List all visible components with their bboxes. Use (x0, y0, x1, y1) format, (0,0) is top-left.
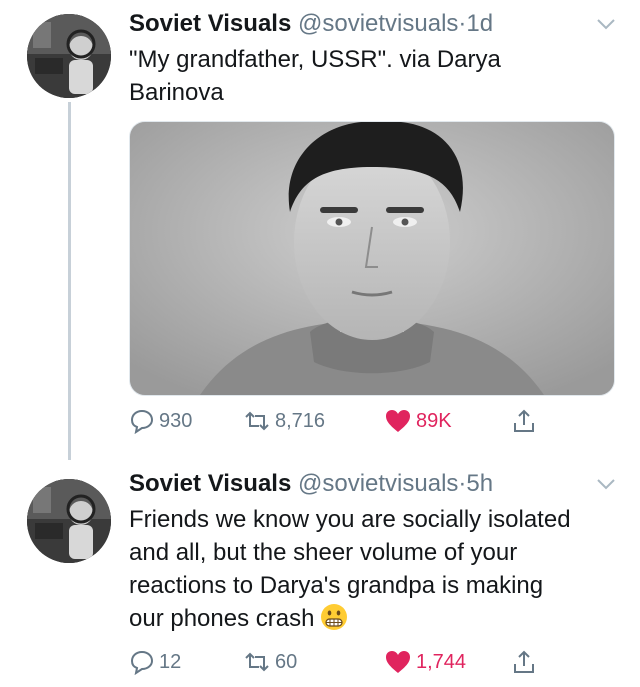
reply-count: 930 (159, 409, 193, 432)
avatar[interactable] (27, 479, 111, 563)
author-handle[interactable]: @sovietvisuals (298, 10, 458, 37)
retweet-count: 8,716 (275, 409, 326, 432)
thread-line (68, 102, 71, 460)
tweet-header: Soviet Visuals @sovietvisuals·1d (129, 9, 493, 39)
tweet-text-line: and all, but the sheer volume of your (129, 539, 518, 566)
retweet-count: 60 (275, 650, 298, 673)
heart-icon (386, 410, 410, 432)
tweet-text-line-last: our phones crash (129, 602, 619, 635)
tweet-actions: 12 60 1,744 (129, 647, 619, 677)
like-count: 1,744 (416, 650, 467, 673)
retweet-icon (245, 411, 269, 431)
like-button[interactable]: 89K (384, 406, 452, 436)
tweet[interactable]: Soviet Visuals @sovietvisuals·5h Friends… (0, 460, 640, 687)
author-name[interactable]: Soviet Visuals (129, 470, 291, 497)
retweet-button[interactable]: 8,716 (243, 406, 325, 436)
chevron-down-icon[interactable] (596, 477, 616, 491)
reply-button[interactable]: 12 (129, 647, 181, 677)
author-name[interactable]: Soviet Visuals (129, 10, 291, 37)
tweet-text: "My grandfather, USSR". via Darya Barino… (129, 43, 619, 109)
like-button[interactable]: 1,744 (384, 647, 466, 677)
tweet-text-line: reactions to Darya's grandpa is making (129, 572, 544, 599)
retweet-button[interactable]: 60 (243, 647, 297, 677)
tweet-text-line: our phones crash (129, 605, 315, 632)
like-count: 89K (416, 409, 452, 432)
heart-icon (386, 651, 410, 673)
timestamp[interactable]: 1d (466, 10, 493, 37)
timestamp[interactable]: 5h (466, 470, 493, 497)
share-button[interactable] (511, 406, 541, 436)
author-handle[interactable]: @sovietvisuals (298, 470, 458, 497)
speech-bubble-icon (130, 409, 154, 434)
tweet-header: Soviet Visuals @sovietvisuals·5h (129, 469, 493, 499)
tweet-photo[interactable] (129, 121, 615, 396)
chevron-down-icon[interactable] (596, 17, 616, 31)
tweet-actions: 930 8,716 89K (129, 406, 619, 436)
speech-bubble-icon (130, 650, 154, 675)
share-button[interactable] (511, 647, 541, 677)
grimacing-face-emoji (321, 604, 348, 630)
share-icon (514, 650, 534, 673)
tweet[interactable]: Soviet Visuals @sovietvisuals·1d "My gra… (0, 0, 640, 460)
tweet-text-line: Barinova (129, 79, 224, 106)
tweet-text-line: Friends we know you are socially isolate… (129, 506, 571, 533)
retweet-icon (245, 652, 269, 672)
tweet-text: Friends we know you are socially isolate… (129, 503, 619, 635)
tweet-text-line: "My grandfather, USSR". via Darya (129, 46, 501, 73)
reply-count: 12 (159, 650, 182, 673)
avatar[interactable] (27, 14, 111, 98)
reply-button[interactable]: 930 (129, 406, 192, 436)
share-icon (514, 409, 534, 432)
